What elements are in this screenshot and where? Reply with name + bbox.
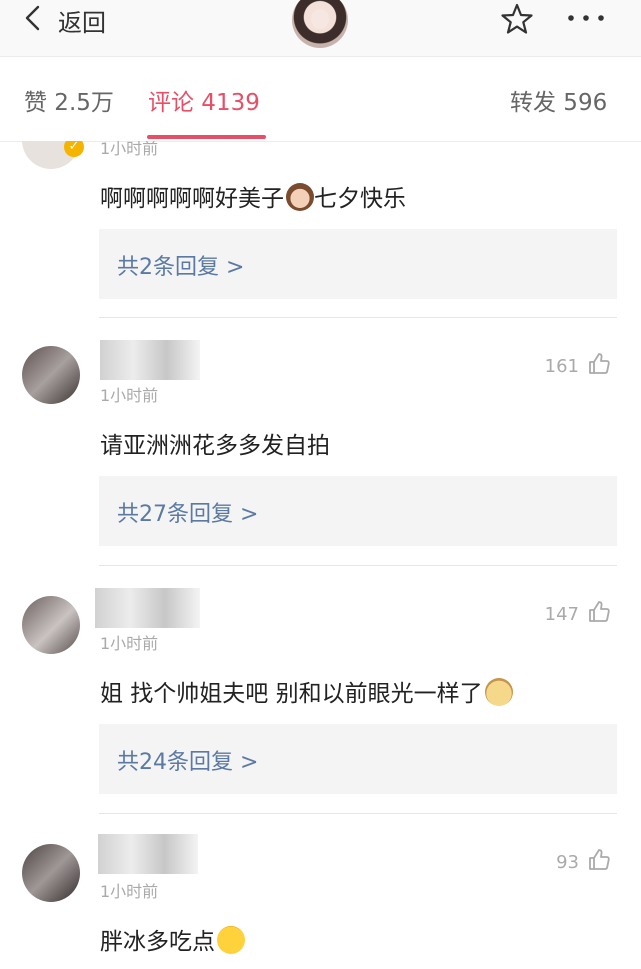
- comment-item: 1小时前 161 请亚洲洲花多多发自拍 共27条回复 >: [0, 318, 641, 566]
- avatar[interactable]: [22, 346, 80, 404]
- reply-summary[interactable]: 共24条回复 >: [99, 724, 617, 794]
- profile-avatar[interactable]: [292, 0, 348, 48]
- more-dots-icon[interactable]: [564, 4, 608, 32]
- verified-badge-icon: ✓: [64, 141, 84, 157]
- comment-time: 1小时前: [100, 386, 159, 405]
- thumbs-up-icon: [587, 848, 611, 877]
- view-replies-link[interactable]: 共27条回复 >: [117, 496, 258, 528]
- comment-feed[interactable]: ✓ 1小时前 啊啊啊啊啊好美子 七夕快乐 共2条回复 > 1小时前 161 请亚洲…: [0, 141, 641, 969]
- view-replies-link[interactable]: 共2条回复 >: [117, 249, 244, 281]
- crying-emoji-icon: [217, 926, 245, 954]
- back-label: 返回: [58, 8, 106, 37]
- tab-reposts[interactable]: 转发 596: [510, 83, 607, 117]
- avatar[interactable]: [22, 596, 80, 654]
- comment-item: 1小时前 93 胖冰多吃点: [0, 814, 641, 969]
- comment-item: 1小时前 147 姐 找个帅姐夫吧 别和以前眼光一样了 共24条回复 >: [0, 566, 641, 814]
- like-button[interactable]: 161: [545, 352, 611, 381]
- like-count: 161: [544, 356, 579, 377]
- like-count: 93: [556, 852, 579, 873]
- doge-emoji-icon: [484, 678, 513, 706]
- top-nav-bar: 返回: [0, 0, 641, 56]
- comment-text: 胖冰多吃点: [100, 922, 245, 956]
- comment-tabs: 赞 2.5万 评论 4139 转发 596: [0, 56, 641, 142]
- star-icon[interactable]: [500, 2, 534, 36]
- like-count: 147: [544, 604, 579, 625]
- girl-emoji-icon: [286, 183, 314, 211]
- comment-time: 1小时前: [100, 634, 159, 653]
- avatar[interactable]: [22, 844, 80, 902]
- comment-text: 姐 找个帅姐夫吧 别和以前眼光一样了: [100, 674, 513, 708]
- tab-likes[interactable]: 赞 2.5万: [24, 83, 114, 117]
- active-tab-indicator: [147, 135, 266, 139]
- comment-text: 请亚洲洲花多多发自拍: [100, 433, 330, 459]
- thumbs-up-icon: [587, 352, 611, 381]
- thumbs-up-icon: [587, 600, 611, 629]
- comment-text: 啊啊啊啊啊好美子 七夕快乐: [100, 179, 406, 213]
- view-replies-link[interactable]: 共24条回复 >: [117, 744, 258, 776]
- reply-summary[interactable]: 共27条回复 >: [99, 476, 617, 546]
- reply-summary[interactable]: 共2条回复 >: [99, 229, 617, 299]
- comment-time: 1小时前: [100, 141, 159, 158]
- blurred-username[interactable]: [95, 588, 200, 628]
- like-button[interactable]: 93: [556, 848, 611, 877]
- comment-time: 1小时前: [100, 882, 159, 901]
- comment-item: ✓ 1小时前 啊啊啊啊啊好美子 七夕快乐 共2条回复 >: [0, 141, 641, 318]
- back-button[interactable]: 返回: [22, 3, 106, 37]
- blurred-username[interactable]: [98, 834, 198, 874]
- tab-comments[interactable]: 评论 4139: [148, 83, 260, 117]
- blurred-username[interactable]: [100, 340, 200, 380]
- like-button[interactable]: 147: [545, 600, 611, 629]
- chevron-left-icon: [22, 5, 44, 35]
